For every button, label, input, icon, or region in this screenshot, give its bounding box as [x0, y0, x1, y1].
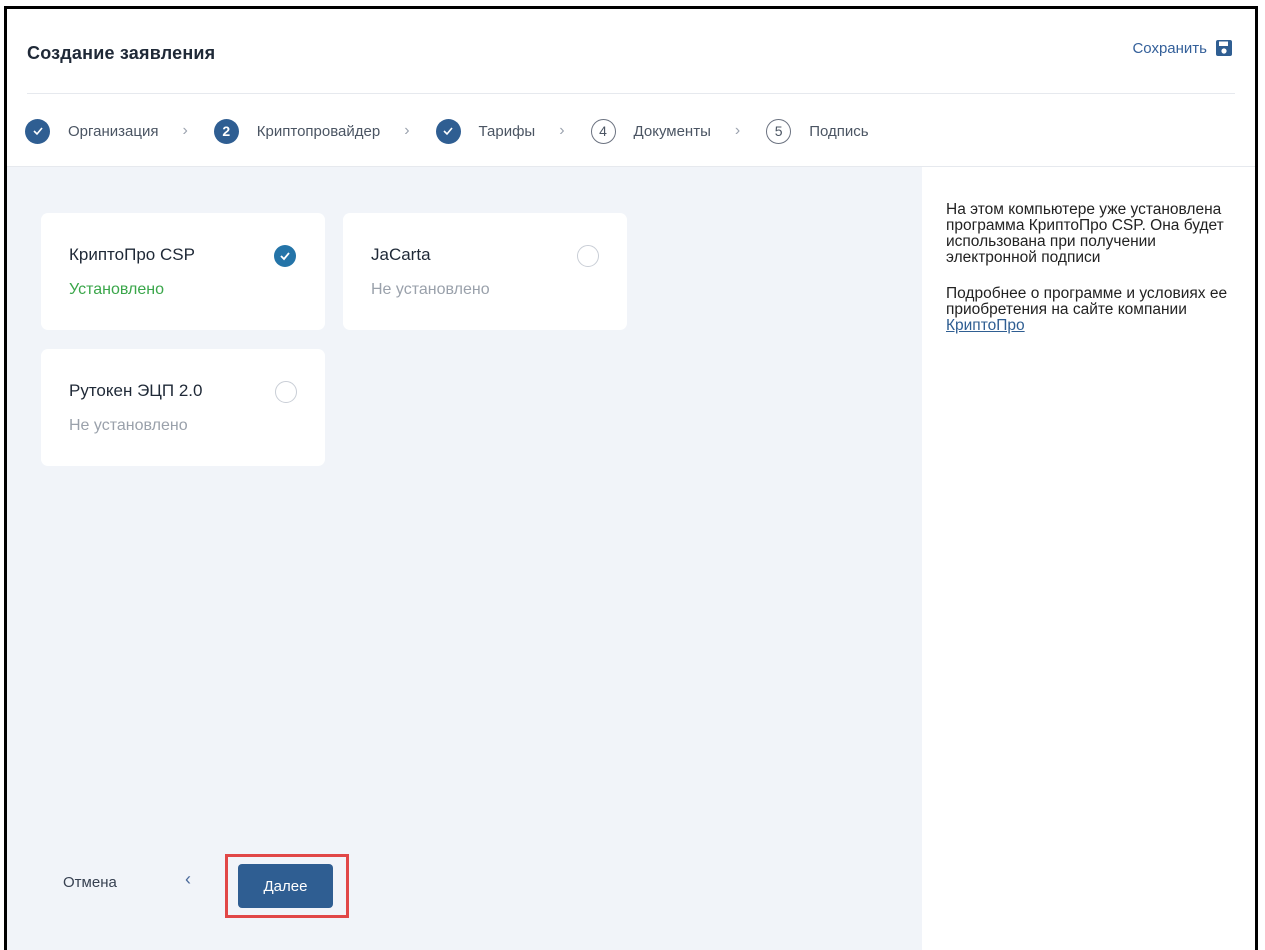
step-number: 5 [766, 118, 792, 144]
info-paragraph-more: Подробнее о программе и условиях ее прио… [946, 286, 1236, 334]
chevron-left-icon[interactable]: ‹ [185, 869, 191, 890]
chevron-right-icon: › [559, 122, 565, 139]
provider-name: КриптоПро CSP [69, 245, 195, 264]
step-tariffs[interactable]: Тарифы [435, 118, 536, 144]
save-icon [1216, 40, 1232, 56]
chevron-right-icon: › [404, 122, 410, 139]
cancel-button[interactable]: Отмена [63, 874, 117, 891]
header: Создание заявления Сохранить [7, 9, 1255, 94]
stepper: Организация › 2 Криптопровайдер › Тарифы… [25, 116, 869, 146]
info-text: На этом компьютере уже установлена прогр… [946, 202, 1236, 354]
info-paragraph: На этом компьютере уже установлена прогр… [946, 201, 1224, 266]
info-panel: На этом компьютере уже установлена прогр… [922, 166, 1255, 950]
chevron-right-icon: › [734, 122, 741, 139]
step-label: Документы [633, 122, 711, 140]
step-number: 2 [213, 118, 239, 144]
page-title: Создание заявления [27, 43, 216, 63]
provider-selection-panel: КриптоПро CSP Установлено JaCarta Не уст… [7, 166, 922, 950]
step-number: 4 [590, 118, 616, 144]
check-icon [435, 118, 461, 144]
check-icon [25, 118, 50, 144]
radio-button[interactable] [275, 381, 297, 403]
step-signature[interactable]: 5 Подпись [766, 118, 869, 144]
provider-status: Не установлено [69, 417, 188, 434]
header-divider [27, 93, 1235, 94]
provider-name: JaCarta [371, 245, 431, 264]
chevron-right-icon: › [182, 122, 188, 139]
step-label: Подпись [809, 122, 869, 140]
provider-card-cryptopro[interactable]: КриптоПро CSP Установлено [41, 213, 325, 330]
save-label: Сохранить [1132, 39, 1207, 57]
step-organization[interactable]: Организация [25, 118, 159, 144]
step-label: Криптопровайдер [256, 122, 381, 140]
provider-card-rutoken[interactable]: Рутокен ЭЦП 2.0 Не установлено [41, 349, 325, 466]
provider-status: Не установлено [371, 281, 490, 298]
provider-card-jacarta[interactable]: JaCarta Не установлено [343, 213, 627, 330]
radio-button[interactable] [577, 245, 599, 267]
info-paragraph-text: Подробнее о программе и условиях ее прио… [946, 285, 1228, 318]
save-button[interactable]: Сохранить [1132, 39, 1233, 57]
step-cryptoprovider[interactable]: 2 Криптопровайдер [213, 118, 381, 144]
step-label: Организация [68, 122, 159, 140]
provider-status: Установлено [69, 281, 164, 298]
cryptopro-link[interactable]: КриптоПро [946, 317, 1025, 334]
provider-name: Рутокен ЭЦП 2.0 [69, 381, 203, 400]
check-icon[interactable] [274, 245, 296, 267]
step-label: Тарифы [478, 122, 536, 140]
application-window: Создание заявления Сохранить Организация… [4, 6, 1258, 950]
step-documents[interactable]: 4 Документы [590, 118, 711, 144]
next-button[interactable]: Далее [238, 864, 333, 908]
